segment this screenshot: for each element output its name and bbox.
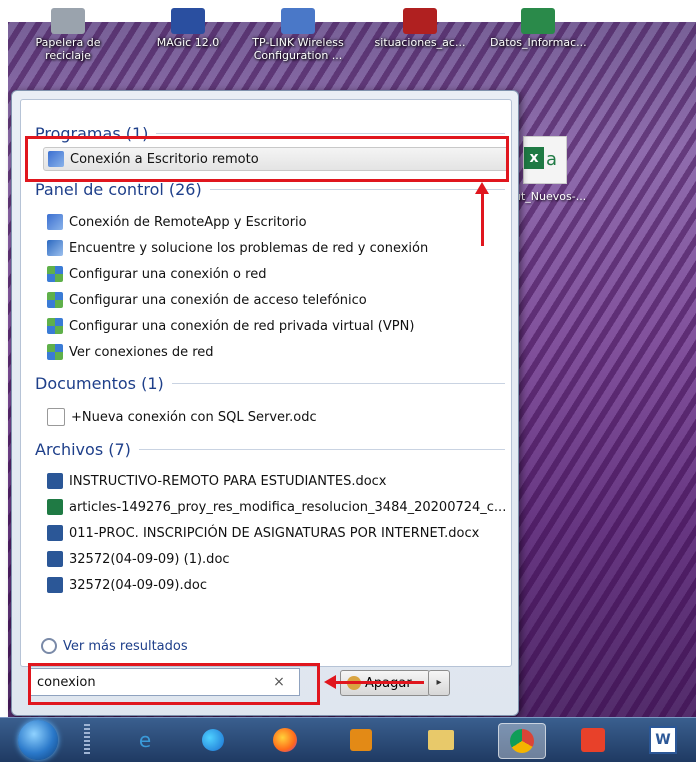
result-label: Encuentre y solucione los problemas de r… [69, 240, 429, 256]
result-odc-document[interactable]: +Nueva conexión con SQL Server.odc [47, 406, 317, 428]
recycle-bin-icon [51, 8, 85, 34]
result-vpn-connection[interactable]: Configurar una conexión de red privada v… [47, 315, 414, 337]
desktop-excel-file-icon[interactable]: x a [523, 136, 567, 184]
desktop-excel-file-label: ut_Nuevos-... [514, 190, 587, 203]
desktop-icon-situaciones[interactable]: situaciones_ac... [372, 8, 468, 49]
word-doc-icon [47, 577, 63, 593]
section-control-panel-title: Panel de control (26) [35, 180, 202, 199]
desktop-icon-magic[interactable]: MAGic 12.0 [140, 8, 236, 49]
ie-taskbar-icon[interactable]: e [122, 723, 168, 757]
result-label: INSTRUCTIVO-REMOTO PARA ESTUDIANTES.docx [69, 473, 387, 489]
desktop-icon-label: Papelera de reciclaje [35, 36, 101, 62]
shutdown-options-button[interactable]: ▸ [428, 670, 450, 696]
chrome-taskbar-icon[interactable] [498, 723, 546, 759]
anydesk-taskbar-icon[interactable] [570, 723, 616, 757]
situaciones-shortcut-icon [403, 8, 437, 34]
search-results-pane: Programas (1) Conexión a Escritorio remo… [20, 99, 512, 667]
highlight-box-program [25, 136, 509, 182]
result-view-connections[interactable]: Ver conexiones de red [47, 341, 214, 363]
red-arrow-left-icon [324, 675, 424, 689]
result-file-proc-inscripcion[interactable]: 011-PROC. INSCRIPCIÓN DE ASIGNATURAS POR… [47, 522, 479, 544]
desktop-icon-label: TP-LINK Wireless Configuration ... [252, 36, 344, 62]
desktop-icon-tplink[interactable]: TP-LINK Wireless Configuration ... [250, 8, 346, 62]
excel-doc-icon [47, 499, 63, 515]
result-label: 32572(04-09-09).doc [69, 577, 207, 593]
tplink-shortcut-icon [281, 8, 315, 34]
desktop-icon-datos[interactable]: Datos_Informac... [490, 8, 587, 49]
highlight-box-search [28, 663, 320, 705]
result-label: articles-149276_proy_res_modifica_resolu… [69, 499, 507, 515]
network-icon [47, 292, 63, 308]
word-doc-icon [47, 473, 63, 489]
see-more-results-link[interactable]: Ver más resultados [41, 638, 188, 654]
remoteapp-icon [47, 214, 63, 230]
network-icon [47, 266, 63, 282]
result-file-articles[interactable]: articles-149276_proy_res_modifica_resolu… [47, 496, 506, 518]
result-troubleshoot-network[interactable]: Encuentre y solucione los problemas de r… [47, 237, 428, 259]
red-arrow-up-icon [475, 182, 489, 246]
result-file-32572-copy[interactable]: 32572(04-09-09) (1).doc [47, 548, 230, 570]
result-label: 32572(04-09-09) (1).doc [69, 551, 230, 567]
edge-taskbar-icon[interactable] [190, 723, 236, 757]
screen-border-left [0, 0, 8, 761]
desktop-icon-label: MAGic 12.0 [156, 36, 220, 49]
taskbar: e W [0, 717, 696, 762]
result-label: Configurar una conexión de acceso telefó… [69, 292, 367, 308]
result-file-instructivo[interactable]: INSTRUCTIVO-REMOTO PARA ESTUDIANTES.docx [47, 470, 387, 492]
result-label: Configurar una conexión de red privada v… [69, 318, 415, 334]
see-more-results-label: Ver más resultados [63, 638, 188, 654]
word-taskbar-icon[interactable]: W [640, 723, 686, 757]
excel-icon: x [524, 147, 544, 169]
magic-shortcut-icon [171, 8, 205, 34]
file-explorer-taskbar-icon[interactable] [418, 723, 464, 757]
section-files-title: Archivos (7) [35, 440, 131, 459]
desktop-icon-label: Datos_Informac... [490, 36, 587, 49]
section-control-panel: Panel de control (26) [35, 180, 505, 199]
excel-file-icon [521, 8, 555, 34]
start-button[interactable] [18, 720, 58, 760]
troubleshoot-icon [47, 240, 63, 256]
outlook-taskbar-icon[interactable] [338, 723, 384, 757]
network-icon [47, 344, 63, 360]
result-label: Configurar una conexión o red [69, 266, 267, 282]
magnifier-icon [41, 638, 57, 654]
desktop-icon-recycle-bin[interactable]: Papelera de reciclaje [20, 8, 116, 62]
section-documents-title: Documentos (1) [35, 374, 164, 393]
word-doc-icon [47, 525, 63, 541]
result-file-32572[interactable]: 32572(04-09-09).doc [47, 574, 207, 596]
word-doc-icon [47, 551, 63, 567]
result-setup-connection[interactable]: Configurar una conexión o red [47, 263, 266, 285]
result-remoteapp[interactable]: Conexión de RemoteApp y Escritorio [47, 211, 307, 233]
network-icon [47, 318, 63, 334]
result-label: 011-PROC. INSCRIPCIÓN DE ASIGNATURAS POR… [69, 525, 480, 541]
blank-document-icon [47, 408, 65, 426]
taskbar-grip [84, 724, 90, 756]
desktop-icon-label: situaciones_ac... [374, 36, 466, 49]
firefox-taskbar-icon[interactable] [262, 723, 308, 757]
result-label: Conexión de RemoteApp y Escritorio [69, 214, 307, 230]
start-menu: Programas (1) Conexión a Escritorio remo… [11, 90, 519, 716]
section-documents: Documentos (1) [35, 374, 505, 393]
result-label: +Nueva conexión con SQL Server.odc [71, 409, 317, 425]
result-dialup-connection[interactable]: Configurar una conexión de acceso telefó… [47, 289, 367, 311]
section-files: Archivos (7) [35, 440, 505, 459]
result-label: Ver conexiones de red [69, 344, 214, 360]
